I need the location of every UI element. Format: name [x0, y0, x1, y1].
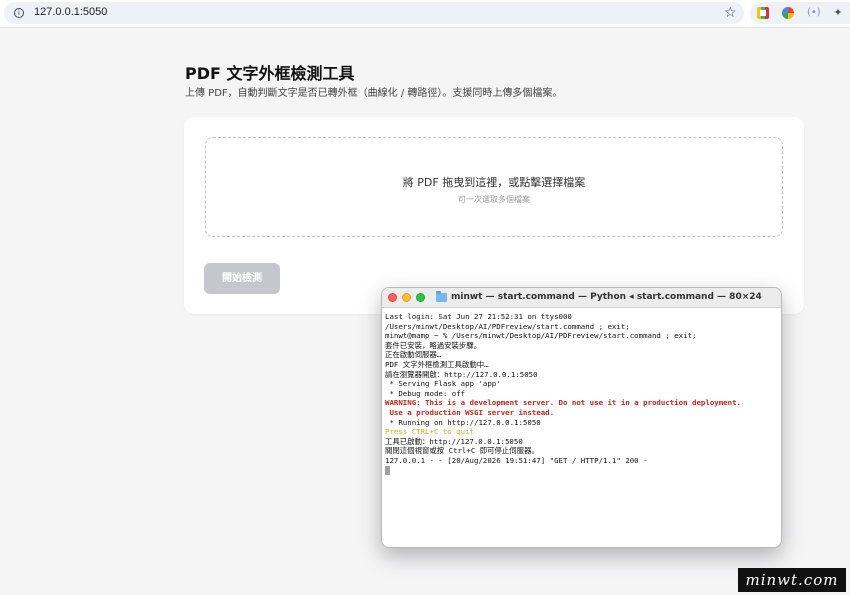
colorful-circle-icon[interactable]	[782, 7, 794, 19]
terminal-line: 工具已啟動：http://127.0.0.1:5050	[385, 436, 523, 446]
extensions-area: (•) ✦	[750, 2, 850, 24]
page-title: PDF 文字外框檢測工具	[185, 64, 355, 83]
terminal-window[interactable]: minwt — start.command — Python ◂ start.c…	[381, 287, 782, 548]
terminal-line: * Debug mode: off	[385, 388, 466, 398]
terminal-line: /Users/minwt/Desktop/AI/PDFreview/start.…	[385, 321, 630, 331]
start-check-button[interactable]: 開始檢測	[204, 263, 280, 294]
terminal-line: 127.0.0.1 - - [20/Aug/2026 19:51:47] "GE…	[385, 455, 648, 465]
terminal-line: minwt@mamp ~ % /Users/minwt/Desktop/AI/P…	[385, 331, 697, 341]
terminal-titlebar[interactable]: minwt — start.command — Python ◂ start.c…	[382, 288, 781, 308]
terminal-line: 請在瀏覽器開啟：http://127.0.0.1:5050	[385, 369, 538, 379]
address-bar[interactable]: i 127.0.0.1:5050 ☆	[4, 2, 744, 24]
maximize-window-icon[interactable]	[416, 293, 425, 302]
folder-icon	[436, 291, 447, 302]
pdf-dropzone[interactable]: 將 PDF 拖曳到這裡，或點擊選擇檔案 可一次選取多個檔案	[205, 137, 783, 237]
dropzone-instruction: 將 PDF 拖曳到這裡，或點擊選擇檔案	[402, 176, 586, 189]
terminal-cursor	[385, 465, 390, 475]
terminal-prompt-line	[385, 465, 781, 476]
terminal-line: * Serving Flask app 'app'	[385, 379, 501, 389]
terminal-line: 套件已安裝，略過安裝步驟。	[385, 340, 482, 350]
site-info-icon[interactable]: i	[14, 8, 24, 18]
bookmark-star-icon[interactable]: ☆	[724, 5, 737, 21]
watermark-logo: minwt.com	[738, 568, 846, 592]
close-window-icon[interactable]	[388, 293, 397, 302]
colorful-square-icon[interactable]	[757, 7, 769, 19]
wave-icon[interactable]: (•)	[807, 7, 821, 19]
url-text[interactable]: 127.0.0.1:5050	[34, 6, 107, 18]
puzzle-icon[interactable]: ✦	[832, 7, 844, 19]
terminal-line: Last login: Sat Jun 27 21:52:31 on ttys0…	[385, 312, 572, 321]
terminal-line: WARNING: This is a development server. D…	[385, 398, 741, 408]
browser-toolbar: i 127.0.0.1:5050 ☆ (•) ✦	[0, 0, 850, 28]
upload-card: 將 PDF 拖曳到這裡，或點擊選擇檔案 可一次選取多個檔案 開始檢測	[184, 117, 804, 314]
terminal-line: Use a production WSGI server instead.	[385, 407, 555, 417]
terminal-line: 正在啟動伺服器…	[385, 350, 442, 360]
minimize-window-icon[interactable]	[402, 293, 411, 302]
terminal-line: * Running on http://127.0.0.1:5050	[385, 417, 541, 427]
terminal-title: minwt — start.command — Python ◂ start.c…	[451, 292, 762, 302]
dropzone-hint: 可一次選取多個檔案	[458, 195, 530, 204]
terminal-line: PDF 文字外框檢測工具啟動中…	[385, 359, 489, 369]
terminal-output[interactable]: Last login: Sat Jun 27 21:52:31 on ttys0…	[385, 312, 781, 475]
page-subtitle: 上傳 PDF，自動判斷文字是否已轉外框（曲線化 / 轉路徑）。支援同時上傳多個檔…	[185, 88, 563, 99]
terminal-line: 關閉這個視窗或按 Ctrl+C 即可停止伺服器。	[385, 446, 539, 456]
terminal-line: Press CTRL+C to quit	[385, 427, 474, 437]
